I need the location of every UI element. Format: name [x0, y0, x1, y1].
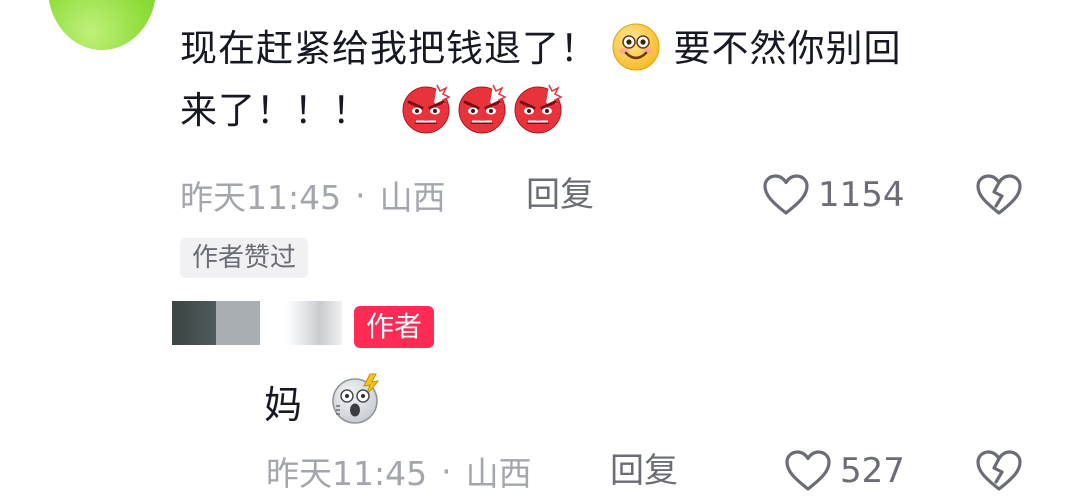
angry-emoji-icon [509, 82, 567, 134]
like-button[interactable]: 1154 [762, 170, 905, 220]
meta-separator: · [441, 451, 452, 491]
shocked-emoji-icon [328, 372, 386, 426]
angry-emoji-icon [453, 82, 511, 134]
angry-emoji-icon [397, 82, 455, 134]
reply-text-content: 妈 [264, 383, 303, 427]
reply-like-button[interactable]: 527 [784, 446, 905, 496]
heart-outline-icon [785, 450, 831, 491]
reply-location: 山西 [465, 454, 532, 493]
reply-dislike-button[interactable] [975, 447, 1023, 495]
reply-meta: 昨天11:45 · 山西 [266, 447, 532, 495]
author-liked-tag: 作者赞过 [180, 238, 309, 278]
reply-button[interactable]: 回复 [526, 171, 594, 219]
comment-meta: 昨天11:45 · 山西 [180, 171, 446, 219]
meta-separator: · [355, 175, 366, 215]
reply-author-name[interactable] [286, 301, 342, 345]
commenter-avatar[interactable] [48, 0, 156, 50]
broken-heart-icon [976, 450, 1022, 491]
reply-text: 妈 [264, 372, 386, 434]
comment-text-part1: 现在赶紧给我把钱退了！ [180, 27, 598, 70]
reply-author-avatar[interactable] [172, 301, 260, 345]
comment-location: 山西 [379, 178, 446, 217]
reply-time: 昨天11:45 [266, 454, 428, 493]
reply-reply-button[interactable]: 回复 [610, 447, 678, 495]
author-badge: 作者 [354, 306, 435, 348]
comment-time: 昨天11:45 [180, 178, 342, 217]
heart-outline-icon [763, 174, 809, 215]
broken-heart-icon [976, 174, 1022, 215]
comment-text: 现在赶紧给我把钱退了！ 要不然你别回 来了！！！ [180, 18, 1040, 142]
comment-text-part3: 来了！！！ [180, 89, 370, 132]
comment-text-part2: 要不然你别回 [673, 27, 902, 70]
smile-emoji-icon [611, 22, 661, 72]
dislike-button[interactable] [975, 171, 1023, 219]
like-count: 1154 [818, 175, 905, 215]
reply-like-count: 527 [840, 451, 905, 491]
